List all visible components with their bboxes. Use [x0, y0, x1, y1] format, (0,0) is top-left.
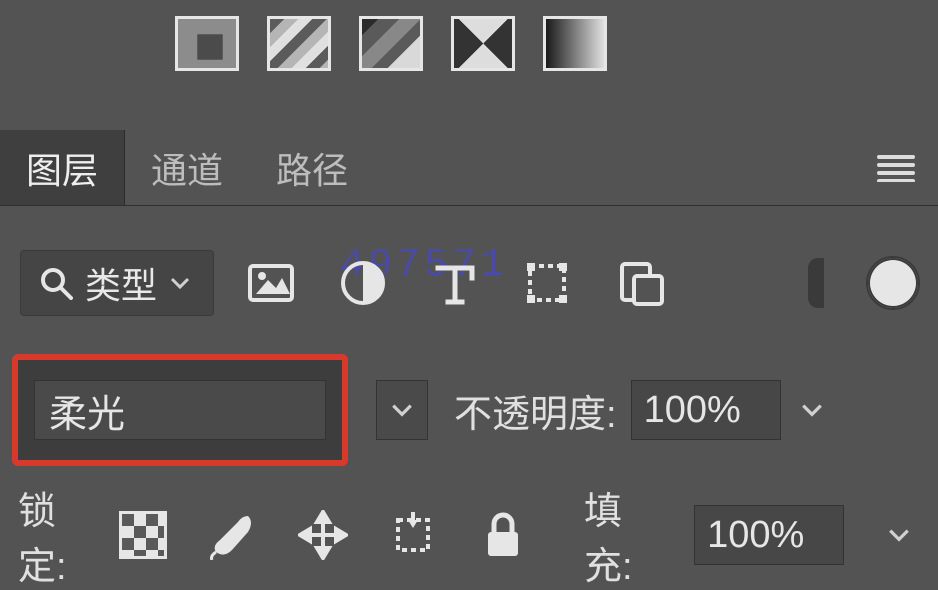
- chevron-down-icon: [887, 523, 911, 547]
- lock-pixels-brush-icon[interactable]: [208, 510, 258, 560]
- opacity-value: 100%: [644, 389, 741, 432]
- filter-toggle-track: [808, 258, 824, 308]
- lock-icons: [118, 510, 528, 560]
- chevron-down-icon: [390, 398, 414, 422]
- opacity-label: 不透明度:: [454, 383, 617, 438]
- filter-toggle[interactable]: [868, 258, 918, 308]
- panel-tabs: 图层 通道 路径: [0, 130, 938, 206]
- filter-kind-dropdown[interactable]: 类型: [20, 250, 214, 316]
- lock-all-icon[interactable]: [478, 510, 528, 560]
- chevron-down-icon: [800, 398, 824, 422]
- filter-type-text-icon[interactable]: [430, 258, 480, 308]
- swatch-jagged-icon[interactable]: [359, 16, 423, 71]
- search-icon: [39, 266, 73, 300]
- layer-filter-row: 类型: [0, 244, 938, 322]
- blend-mode-highlight: 柔光: [12, 354, 348, 466]
- fill-chevron[interactable]: [878, 505, 920, 565]
- adjustment-swatch-row: [175, 16, 607, 71]
- lock-row: 锁定: 填充: 100%: [0, 490, 938, 580]
- fill-value: 100%: [707, 514, 804, 557]
- tab-paths[interactable]: 路径: [250, 130, 375, 205]
- fill-label: 填充:: [584, 480, 650, 590]
- tabs-spacer: [375, 130, 853, 205]
- opacity-field[interactable]: 100%: [631, 380, 781, 440]
- opacity-chevron[interactable]: [785, 380, 840, 440]
- fill-field[interactable]: 100%: [694, 505, 844, 565]
- lock-label: 锁定:: [18, 480, 84, 590]
- filter-kind-label: 类型: [85, 257, 157, 309]
- swatch-solid-icon[interactable]: [175, 16, 239, 71]
- chevron-down-icon: [169, 272, 191, 294]
- blend-row: 柔光 不透明度: 100%: [0, 346, 938, 474]
- blend-mode-chevron[interactable]: [376, 380, 428, 440]
- filter-shape-icon[interactable]: [522, 258, 572, 308]
- swatch-gradient-icon[interactable]: [543, 16, 607, 71]
- filter-adjustment-icon[interactable]: [338, 258, 388, 308]
- lock-transparency-icon[interactable]: [118, 510, 168, 560]
- blend-mode-value: 柔光: [49, 383, 125, 438]
- swatch-angle-icon[interactable]: [451, 16, 515, 71]
- filter-pixel-icon[interactable]: [246, 258, 296, 308]
- tab-channels[interactable]: 通道: [125, 130, 250, 205]
- lock-position-move-icon[interactable]: [298, 510, 348, 560]
- lock-artboard-icon[interactable]: [388, 510, 438, 560]
- swatch-stripes-icon[interactable]: [267, 16, 331, 71]
- panel-menu-icon[interactable]: [853, 130, 938, 205]
- filter-smart-icon[interactable]: [614, 258, 664, 308]
- blend-mode-dropdown[interactable]: 柔光: [34, 380, 326, 440]
- tab-layers[interactable]: 图层: [0, 130, 125, 205]
- filter-type-icons: [246, 258, 664, 308]
